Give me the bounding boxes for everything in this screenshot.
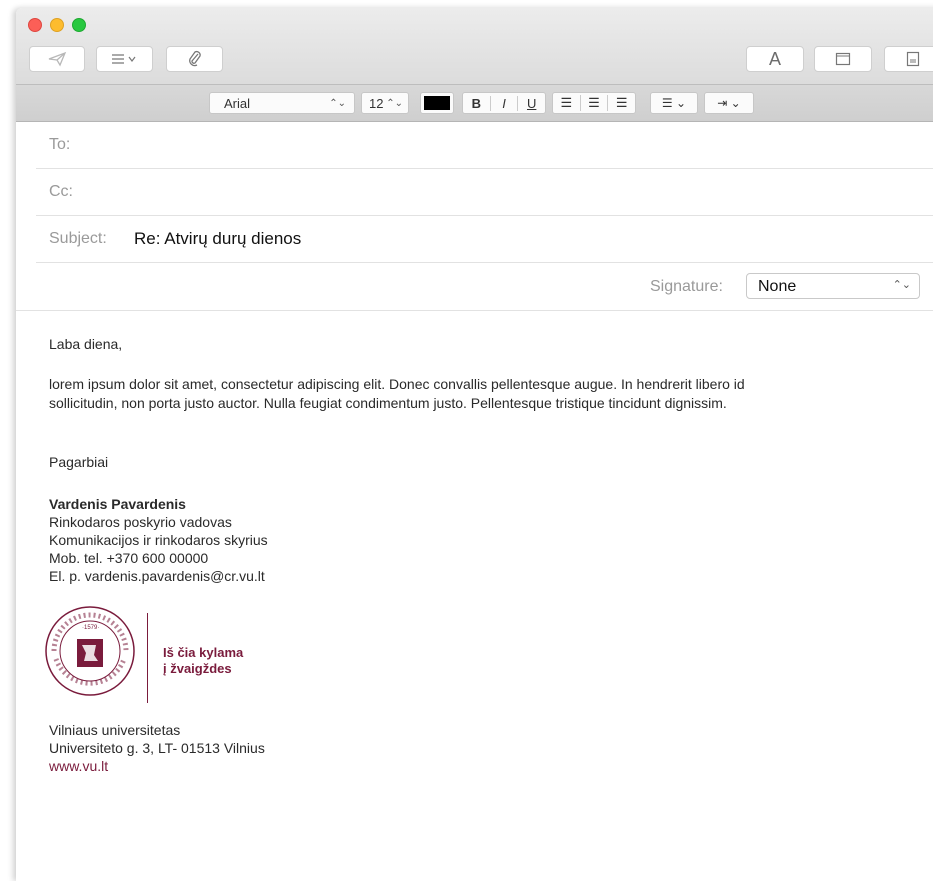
paperclip-icon	[188, 50, 201, 67]
window-controls	[28, 18, 86, 32]
seal-graphic: ·1579·	[45, 606, 135, 696]
fonts-button[interactable]: A	[746, 46, 804, 72]
underline-button[interactable]: U	[518, 96, 545, 111]
text-color-button[interactable]	[420, 92, 454, 114]
indent-button[interactable]: ⇥ ⌄	[704, 92, 754, 114]
signature-phone: Mob. tel. +370 600 00000	[49, 550, 209, 566]
photo-browser-button[interactable]	[814, 46, 872, 72]
header-fields-button[interactable]	[96, 46, 153, 72]
cc-field[interactable]: Cc:	[36, 169, 933, 216]
signature-department: Komunikacijos ir rinkodaros skyrius	[49, 532, 268, 548]
signature-select[interactable]: None ⌃⌄	[746, 273, 920, 299]
color-swatch	[424, 96, 450, 110]
subject-value[interactable]: Re: Atvirų durų dienos	[134, 229, 301, 249]
send-icon	[48, 51, 67, 67]
slogan-line-1: Iš čia kylama	[163, 645, 244, 660]
zoom-window-button[interactable]	[72, 18, 86, 32]
list-icon	[111, 54, 135, 64]
title-bar: A	[16, 8, 933, 84]
signature-name: Vardenis Pavardenis	[49, 496, 186, 512]
subject-label: Subject:	[49, 230, 107, 247]
body-line-1: lorem ipsum dolor sit amet, consectetur …	[49, 376, 745, 392]
stationery-button[interactable]	[884, 46, 933, 72]
website-link[interactable]: www.vu.lt	[49, 757, 108, 775]
style-buttons: B I U	[462, 92, 546, 114]
signature-email: El. p. vardenis.pavardenis@cr.vu.lt	[49, 568, 265, 584]
to-field[interactable]: To:	[36, 122, 933, 169]
to-label: To:	[49, 136, 71, 153]
cc-label: Cc:	[49, 183, 73, 200]
font-size: 12	[369, 95, 384, 111]
align-right-icon[interactable]: ☰	[608, 95, 635, 111]
closing: Pagarbiai	[49, 454, 109, 470]
signature-value: None	[758, 278, 797, 295]
greeting: Laba diena,	[49, 336, 123, 352]
body-line-2: sollicitudin, non porta justo auctor. Nu…	[49, 395, 727, 411]
photo-browser-icon	[835, 52, 851, 66]
slogan-line-2: į žvaigždes	[163, 661, 232, 676]
format-bar: Arial ⌃⌄ 12 ⌃⌄ B I U ☰ ☰ ☰ ☰ ⌄ ⇥ ⌄	[16, 84, 933, 122]
indent-icon: ⇥ ⌄	[717, 96, 741, 110]
subject-field[interactable]: Subject: Re: Atvirų durų dienos	[36, 216, 933, 263]
align-left-icon[interactable]: ☰	[553, 95, 580, 111]
updown-icon: ⌃⌄	[329, 97, 346, 109]
mail-compose-window: A Arial ⌃⌄ 12 ⌃⌄ B I U ☰ ☰ ☰ ☰ ⌄ ⇥ ⌄ To:…	[16, 8, 933, 881]
italic-button[interactable]: I	[489, 95, 519, 111]
signature-label: Signature:	[650, 278, 723, 295]
attach-button[interactable]	[166, 46, 223, 72]
send-button[interactable]	[29, 46, 85, 72]
fonts-label: A	[768, 48, 781, 69]
slogan: Iš čia kylama į žvaigždes	[163, 645, 243, 677]
signature-row: Signature: None ⌃⌄	[16, 263, 933, 311]
font-size-select[interactable]: 12 ⌃⌄	[361, 92, 409, 114]
align-center-icon[interactable]: ☰	[579, 95, 609, 111]
alignment-buttons: ☰ ☰ ☰	[552, 92, 636, 114]
bold-button[interactable]: B	[463, 96, 490, 111]
org-name: Vilniaus universitetas	[49, 722, 181, 738]
seal-year: ·1579·	[82, 625, 99, 631]
font-select[interactable]: Arial ⌃⌄	[209, 92, 355, 114]
bulleted-list-icon: ☰ ⌄	[661, 96, 687, 110]
updown-icon: ⌃⌄	[386, 97, 403, 109]
logo-divider	[147, 613, 148, 703]
minimize-window-button[interactable]	[50, 18, 64, 32]
stationery-icon	[906, 51, 920, 67]
font-name: Arial	[224, 95, 251, 111]
updown-icon: ⌃⌄	[892, 279, 911, 291]
signature-position: Rinkodaros poskyrio vadovas	[49, 514, 232, 530]
close-window-button[interactable]	[28, 18, 42, 32]
university-seal-logo: ·1579·	[44, 601, 144, 701]
list-style-button[interactable]: ☰ ⌄	[650, 92, 698, 114]
org-address: Universiteto g. 3, LT- 01513 Vilnius	[49, 740, 265, 756]
